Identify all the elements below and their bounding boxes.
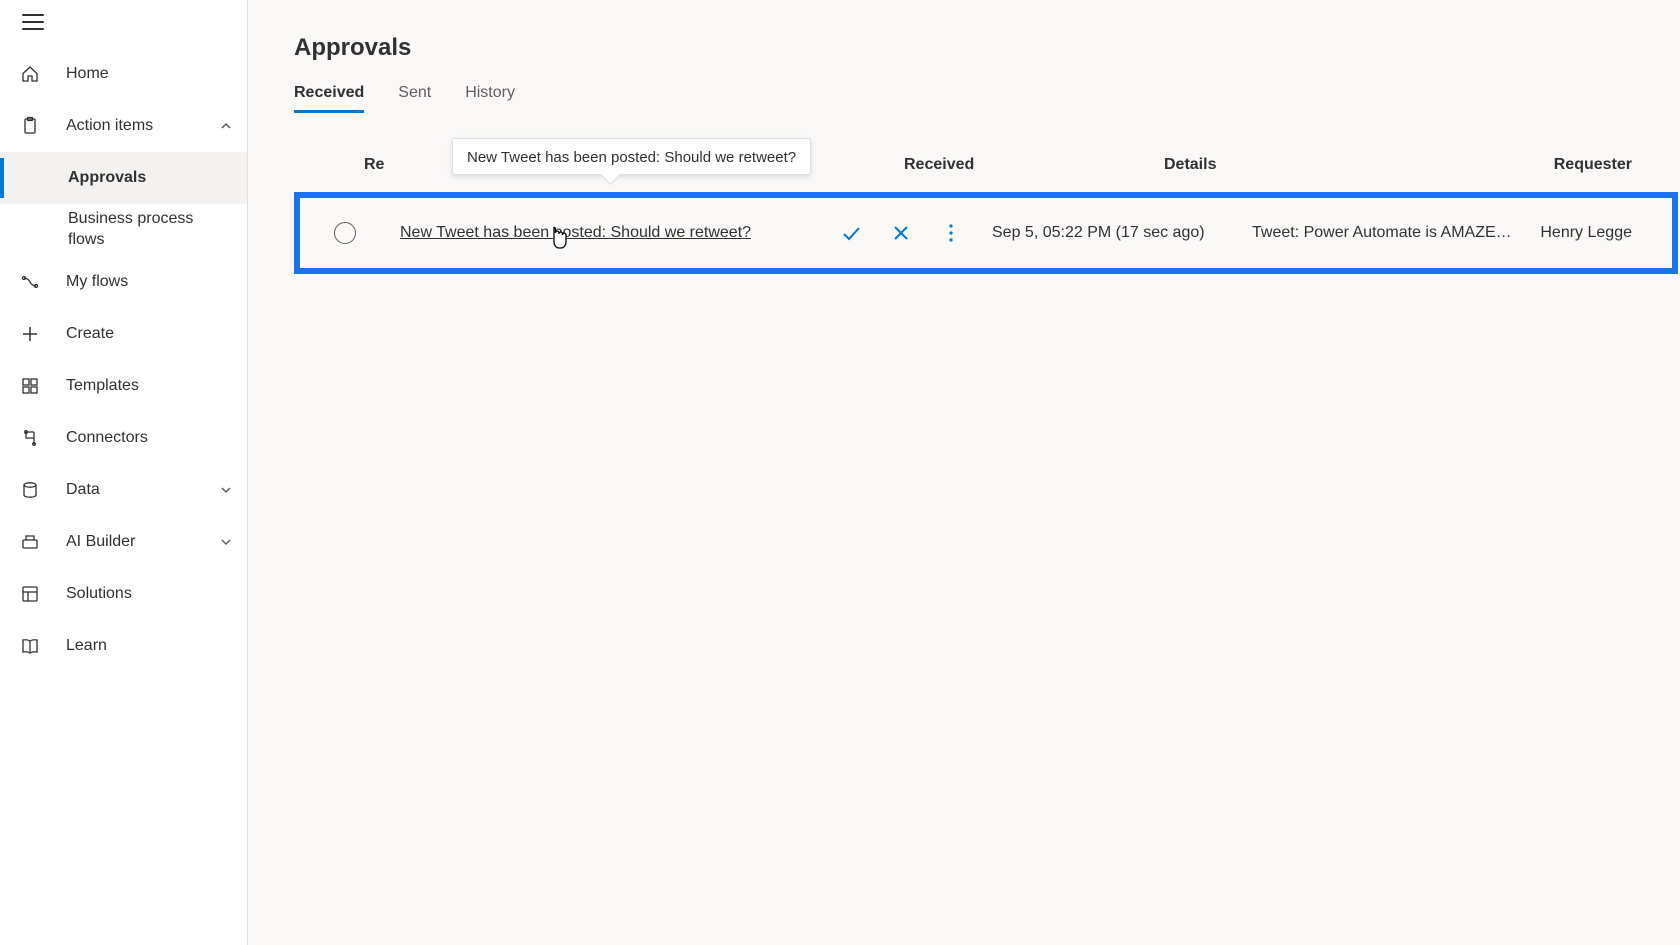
- sidebar-item-label: Business process flows: [68, 209, 233, 251]
- chevron-up-icon: [219, 119, 233, 133]
- approve-button[interactable]: [840, 222, 862, 244]
- tooltip-text: New Tweet has been posted: Should we ret…: [467, 149, 796, 166]
- sidebar-item-label: Data: [66, 480, 219, 501]
- flows-icon: [20, 272, 40, 292]
- sidebar-item-ai-builder[interactable]: AI Builder: [0, 516, 247, 568]
- sidebar-item-label: Solutions: [66, 584, 233, 605]
- sidebar-item-label: Learn: [66, 636, 233, 657]
- reject-button[interactable]: [890, 222, 912, 244]
- sidebar-item-business-process-flows[interactable]: Business process flows: [0, 204, 247, 256]
- sidebar-item-action-items[interactable]: Action items: [0, 100, 247, 152]
- book-icon: [20, 636, 40, 656]
- cell-received: Sep 5, 05:22 PM (17 sec ago): [992, 224, 1252, 242]
- sidebar-item-label: Home: [66, 64, 233, 85]
- table-row[interactable]: New Tweet has been posted: Should we ret…: [300, 222, 1672, 244]
- clipboard-icon: [20, 116, 40, 136]
- column-header-details[interactable]: Details: [1164, 156, 1434, 174]
- sidebar-item-templates[interactable]: Templates: [0, 360, 247, 412]
- tabs: Received Sent History: [294, 84, 1680, 112]
- tooltip: New Tweet has been posted: Should we ret…: [452, 138, 811, 175]
- sidebar-item-solutions[interactable]: Solutions: [0, 568, 247, 620]
- sidebar-item-label: Action items: [66, 116, 219, 137]
- sidebar-item-data[interactable]: Data: [0, 464, 247, 516]
- cell-details: Tweet: Power Automate is AMAZEBA…: [1252, 224, 1522, 242]
- sidebar-item-approvals[interactable]: Approvals: [0, 152, 247, 204]
- row-select-radio[interactable]: [334, 222, 356, 244]
- table-header-row: Re New Tweet has been posted: Should we …: [294, 156, 1680, 188]
- sidebar-item-label: Connectors: [66, 428, 233, 449]
- nav-list: Home Action items Approvals Business pro…: [0, 40, 247, 672]
- sidebar-item-label: AI Builder: [66, 532, 219, 553]
- sidebar-item-my-flows[interactable]: My flows: [0, 256, 247, 308]
- sidebar-item-learn[interactable]: Learn: [0, 620, 247, 672]
- sidebar: Home Action items Approvals Business pro…: [0, 0, 248, 945]
- sidebar-item-label: Create: [66, 324, 233, 345]
- chevron-down-icon: [219, 483, 233, 497]
- sidebar-item-label: Approvals: [68, 168, 233, 189]
- column-header-request[interactable]: Re: [364, 156, 384, 173]
- ai-builder-icon: [20, 532, 40, 552]
- solutions-icon: [20, 584, 40, 604]
- approval-title-link[interactable]: New Tweet has been posted: Should we ret…: [400, 224, 780, 242]
- page-title: Approvals: [294, 34, 1680, 62]
- plus-icon: [20, 324, 40, 344]
- more-options-button[interactable]: [940, 222, 962, 244]
- sidebar-item-connectors[interactable]: Connectors: [0, 412, 247, 464]
- column-header-requester[interactable]: Requester: [1434, 156, 1680, 174]
- highlighted-row-container: New Tweet has been posted: Should we ret…: [294, 192, 1678, 274]
- sidebar-item-create[interactable]: Create: [0, 308, 247, 360]
- connectors-icon: [20, 428, 40, 448]
- templates-icon: [20, 376, 40, 396]
- sidebar-item-home[interactable]: Home: [0, 48, 247, 100]
- tab-sent[interactable]: Sent: [398, 84, 431, 112]
- sidebar-item-label: Templates: [66, 376, 233, 397]
- tab-history[interactable]: History: [465, 84, 515, 112]
- main-content: Approvals Received Sent History Re New T…: [248, 0, 1680, 945]
- chevron-down-icon: [219, 535, 233, 549]
- sidebar-item-label: My flows: [66, 272, 233, 293]
- column-header-received[interactable]: Received: [904, 156, 1164, 174]
- database-icon: [20, 480, 40, 500]
- menu-toggle-button[interactable]: [22, 14, 44, 30]
- tab-received[interactable]: Received: [294, 84, 364, 112]
- cell-requester: Henry Legge: [1522, 224, 1672, 242]
- home-icon: [20, 64, 40, 84]
